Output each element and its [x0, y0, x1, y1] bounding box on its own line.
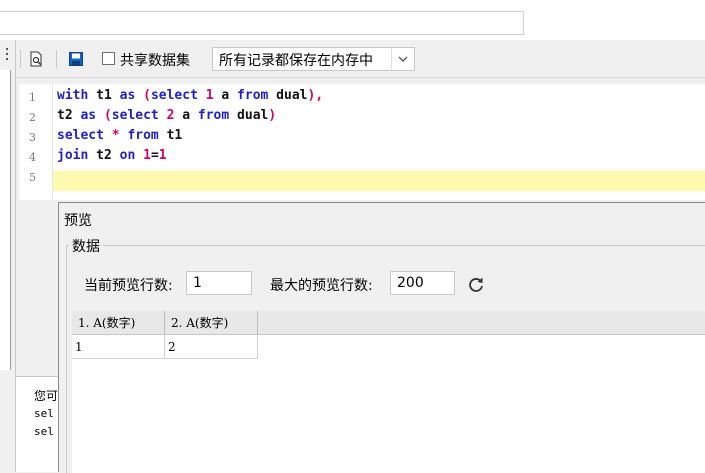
chevron-down-icon[interactable]: [391, 48, 414, 70]
preview-file-icon[interactable]: [28, 51, 44, 67]
message-log: 您可 sel sel: [16, 376, 58, 472]
dialog-title: 预览: [64, 213, 92, 229]
line-number: 2: [29, 111, 36, 124]
splitter-handle-icon[interactable]: [4, 46, 12, 70]
log-line: 您可: [34, 389, 59, 403]
max-rows-value: 200: [397, 275, 424, 291]
code-line: join t2 on 1=1: [57, 148, 167, 163]
toolbar-separator: [56, 50, 57, 68]
top-input[interactable]: [0, 11, 524, 35]
code-line: with t1 as (select 1 a from dual),: [57, 88, 324, 103]
save-icon[interactable]: [68, 51, 84, 67]
line-number: 4: [29, 151, 36, 164]
share-dataset-label: 共享数据集: [120, 53, 190, 69]
column-header[interactable]: 1. A(数字): [72, 311, 165, 335]
grid-cell[interactable]: 1: [72, 335, 165, 359]
line-number-gutter: 1 2 3 4 5: [19, 84, 53, 200]
current-line-highlight: [53, 171, 705, 191]
current-rows-input[interactable]: 1: [186, 271, 252, 295]
grid-header: 1. A(数字) 2. A(数字): [72, 311, 705, 335]
code-line: select * from t1: [57, 128, 183, 143]
refresh-icon[interactable]: [467, 275, 485, 299]
storage-mode-value: 所有记录都保存在内存中: [219, 53, 373, 69]
left-panel-frame: [0, 70, 11, 370]
sql-editor[interactable]: 1 2 3 4 5 with t1 as (select 1 a from dual),…: [19, 84, 705, 200]
toolbar: 共享数据集 所有记录都保存在内存中: [16, 40, 705, 78]
line-number: 3: [29, 131, 36, 144]
share-dataset-checkbox[interactable]: [102, 52, 115, 65]
current-rows-value: 1: [193, 275, 202, 291]
preview-grid: 1. A(数字) 2. A(数字) 1 2: [72, 311, 705, 473]
max-rows-label: 最大的预览行数:: [270, 278, 373, 294]
column-header[interactable]: 2. A(数字): [165, 311, 258, 335]
grid-cell[interactable]: 2: [165, 335, 258, 359]
storage-mode-select[interactable]: 所有记录都保存在内存中: [212, 47, 415, 71]
code-line: t2 as (select 2 a from dual): [57, 108, 277, 123]
log-line: sel: [34, 425, 54, 438]
line-number: 1: [29, 91, 36, 104]
current-rows-label: 当前预览行数:: [84, 278, 173, 294]
preview-dialog: 预览 数据 当前预览行数: 1 最大的预览行数: 200 1. A(数字) 2.…: [58, 202, 705, 473]
log-line: sel: [34, 407, 54, 420]
group-label: 数据: [69, 236, 103, 256]
max-rows-input[interactable]: 200: [390, 271, 455, 295]
toolbar-separator: [20, 50, 21, 68]
line-number: 5: [29, 171, 36, 184]
